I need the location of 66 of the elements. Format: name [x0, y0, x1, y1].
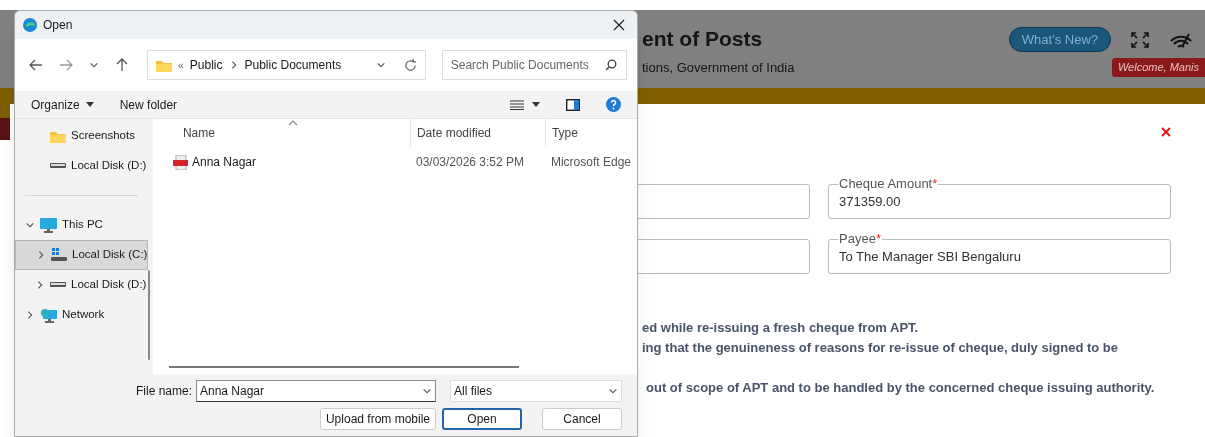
file-name-field[interactable]: Anna Nagar: [196, 380, 436, 402]
list-view-icon: [510, 99, 524, 110]
breadcrumb-overflow[interactable]: «: [177, 56, 184, 74]
view-options-button[interactable]: [510, 99, 540, 110]
type-cell-text: Microsoft Edge: [549, 154, 632, 171]
chevron-down-icon: [88, 60, 99, 70]
dropdown-icon: [608, 386, 618, 396]
monitor-icon: [40, 217, 57, 233]
system-drive-icon: [51, 248, 67, 262]
browser-logo-icon: [23, 18, 37, 32]
site-subtitle: tions, Government of India: [642, 59, 796, 78]
dropdown-icon: [85, 102, 94, 107]
nav-item[interactable]: Screenshots: [15, 121, 149, 151]
forward-arrow-icon: [58, 59, 73, 71]
note-text: out of scope of APT and to be handled by the concerned cheque issuing authority.: [645, 379, 1156, 397]
dropdown-icon: [422, 386, 432, 396]
refresh-icon[interactable]: [403, 58, 417, 72]
cancel-button[interactable]: Cancel: [542, 408, 622, 430]
help-button[interactable]: [606, 97, 621, 112]
note-text: ed while re-issuing a fresh cheque from APT.: [642, 319, 920, 337]
file-name-cell[interactable]: Anna Nagar: [152, 153, 410, 171]
address-bar[interactable]: « Public Public Documents: [146, 50, 426, 80]
search-icon: [605, 59, 617, 71]
nav-item[interactable]: Local Disk (C:): [15, 240, 149, 270]
upload-from-mobile-button[interactable]: Upload from mobile: [319, 408, 436, 430]
date-cell-text: 03/03/2026 3:52 PM: [414, 154, 526, 171]
site-title: ent of Posts: [642, 26, 764, 52]
back-arrow-icon: [28, 59, 43, 71]
nav-item[interactable]: Network: [15, 300, 149, 330]
horizontal-scrollbar-thumb[interactable]: [168, 366, 519, 368]
window-title: Open: [43, 17, 73, 34]
organize-menu[interactable]: Organize: [31, 95, 94, 114]
fullscreen-icon[interactable]: [1131, 31, 1149, 48]
note-text: ing that the genuineness of reasons for re-issue of cheque, duly signed to be: [642, 339, 1120, 357]
breadcrumb-item[interactable]: Public: [189, 56, 223, 74]
collapsed-chevron-icon: [25, 310, 35, 320]
banner-strip: [0, 118, 10, 140]
welcome-badge: Welcome, Manis: [1111, 58, 1205, 77]
collapsed-chevron-icon: [35, 280, 45, 290]
dropdown-icon: [532, 102, 540, 107]
nav-item[interactable]: Local Disk (D:): [15, 151, 149, 181]
column-header[interactable]: Type: [544, 119, 637, 147]
new-folder-button[interactable]: New folder: [119, 95, 178, 114]
folder-icon: [50, 129, 66, 143]
signal-icon: [1169, 31, 1193, 48]
drive-icon: [50, 163, 66, 169]
sort-ascending-icon: [287, 120, 298, 126]
breadcrumb-item[interactable]: Public Documents: [244, 56, 342, 74]
drive-icon: [50, 282, 66, 288]
pdf-file-icon: [172, 154, 188, 170]
collapsed-chevron-icon: [36, 250, 46, 260]
nav-item[interactable]: Local Disk (D:): [15, 270, 149, 300]
expanded-chevron-icon: [25, 220, 35, 230]
file-type-dropdown[interactable]: All files: [450, 380, 622, 402]
open-button[interactable]: Open: [442, 408, 522, 430]
file-name-label: File name:: [135, 383, 192, 400]
preview-pane-button[interactable]: [566, 98, 580, 111]
nav-item[interactable]: This PC: [15, 210, 149, 240]
search-field[interactable]: Search Public Documents: [441, 50, 627, 80]
column-header[interactable]: Name: [152, 119, 410, 147]
folder-icon: [155, 58, 172, 72]
network-icon: [40, 307, 57, 323]
dropdown-icon: [375, 60, 386, 70]
up-arrow-icon: [115, 58, 128, 72]
scrollbar-thumb[interactable]: [148, 270, 151, 360]
column-header[interactable]: Date modified: [409, 119, 545, 147]
